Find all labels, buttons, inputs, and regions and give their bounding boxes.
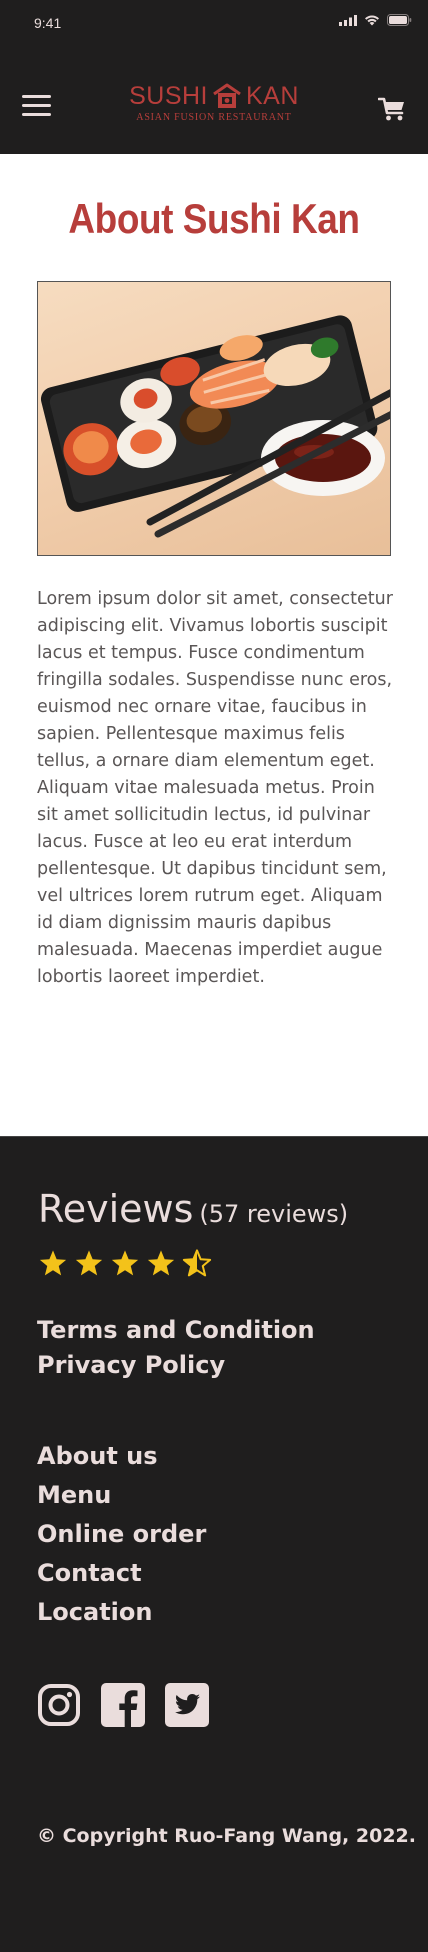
legal-links: Terms and Condition Privacy Policy	[37, 1313, 315, 1383]
battery-icon	[387, 14, 412, 26]
house-icon	[213, 83, 241, 108]
wifi-icon	[365, 15, 379, 26]
nav-online-order-link[interactable]: Online order	[37, 1515, 206, 1554]
logo-word-right: KAN	[246, 81, 299, 110]
facebook-icon[interactable]	[101, 1683, 145, 1727]
twitter-icon[interactable]	[165, 1683, 209, 1727]
page-title: About Sushi Kan	[68, 195, 360, 242]
status-time: 9:41	[34, 15, 62, 31]
reviews-count: (57 reviews)	[199, 1200, 349, 1228]
nav-about-link[interactable]: About us	[37, 1437, 206, 1476]
logo-word-left: SUSHI	[129, 81, 208, 110]
instagram-icon[interactable]	[37, 1683, 81, 1727]
site-footer: Reviews (57 reviews) Terms and Condition …	[0, 1136, 428, 1952]
half-star-icon	[182, 1249, 212, 1277]
privacy-link[interactable]: Privacy Policy	[37, 1348, 315, 1383]
signal-icon	[339, 14, 357, 26]
social-links	[37, 1683, 209, 1727]
status-icons	[339, 14, 412, 26]
cart-icon[interactable]	[378, 96, 406, 122]
sushi-tray-image	[37, 281, 391, 556]
about-description: Lorem ipsum dolor sit amet, consectetur …	[37, 589, 393, 987]
star-icon	[147, 1250, 175, 1276]
star-icon	[39, 1250, 67, 1276]
app-header: 9:41 SUSHI KAN ASIAN FUSION RESTAURANT	[0, 0, 428, 154]
nav-location-link[interactable]: Location	[37, 1593, 206, 1632]
nav-menu-link[interactable]: Menu	[37, 1476, 206, 1515]
reviews-title: Reviews	[38, 1187, 194, 1231]
star-rating	[38, 1249, 212, 1278]
star-icon	[75, 1250, 103, 1276]
copyright-text: © Copyright Ruo-Fang Wang, 2022.	[37, 1825, 416, 1847]
terms-link[interactable]: Terms and Condition	[37, 1313, 315, 1348]
nav-contact-link[interactable]: Contact	[37, 1554, 206, 1593]
logo-tagline: ASIAN FUSION RESTAURANT	[136, 112, 292, 123]
logo-wordmark: SUSHI KAN	[129, 82, 299, 110]
reviews-heading[interactable]: Reviews (57 reviews)	[38, 1187, 348, 1231]
brand-logo[interactable]: SUSHI KAN ASIAN FUSION RESTAURANT	[0, 82, 428, 123]
star-icon	[111, 1250, 139, 1276]
footer-nav: About us Menu Online order Contact Locat…	[37, 1437, 206, 1632]
